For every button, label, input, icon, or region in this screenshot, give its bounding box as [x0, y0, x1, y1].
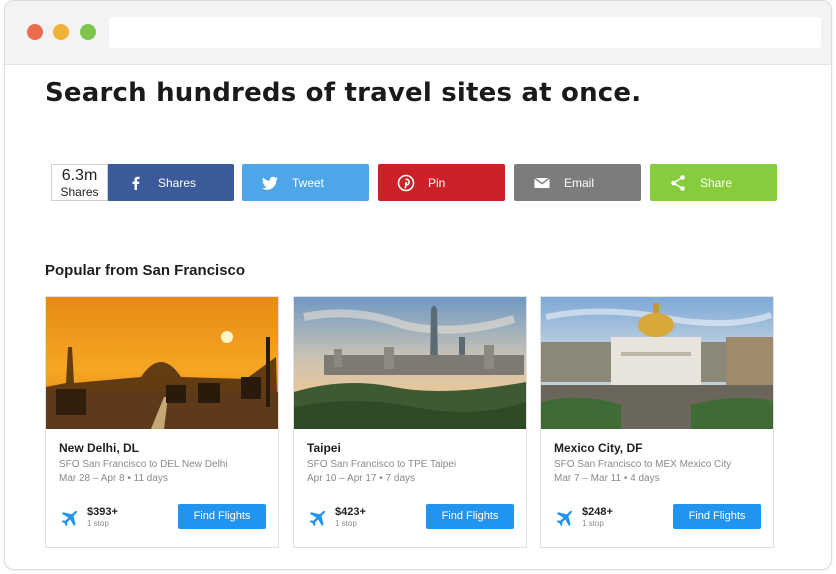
- pin-label: Pin: [428, 176, 446, 190]
- card-route: SFO San Francisco to TPE Taipei: [307, 459, 457, 470]
- airplane-icon: [61, 510, 77, 527]
- card-dates: Apr 10 – Apr 17 • 7 days: [307, 473, 416, 484]
- share-count-number: 6.3m: [61, 167, 98, 184]
- section-title: Popular from San Francisco: [45, 262, 246, 279]
- destination-card-new-delhi[interactable]: New Delhi, DL SFO San Francisco to DEL N…: [45, 296, 279, 548]
- page-headline: Search hundreds of travel sites at once.: [45, 78, 642, 108]
- mexico-city-palace-photo: [541, 297, 773, 429]
- destination-card-mexico-city[interactable]: Mexico City, DF SFO San Francisco to MEX…: [540, 296, 774, 548]
- card-stops: 1 stop: [335, 519, 357, 528]
- find-flights-button[interactable]: Find Flights: [426, 504, 514, 529]
- find-flights-button[interactable]: Find Flights: [673, 504, 761, 529]
- email-label: Email: [564, 176, 595, 190]
- share-count-label: Shares: [60, 185, 99, 199]
- close-window-button[interactable]: [27, 24, 43, 40]
- facebook-share-label: Shares: [158, 176, 197, 190]
- card-city: Mexico City, DF: [554, 441, 643, 455]
- card-stops: 1 stop: [87, 519, 109, 528]
- airplane-icon: [556, 510, 572, 527]
- tweet-button[interactable]: Tweet: [242, 164, 369, 201]
- address-bar[interactable]: [109, 17, 821, 48]
- find-flights-button[interactable]: Find Flights: [178, 504, 266, 529]
- new-delhi-sunset-photo: [46, 297, 278, 429]
- taipei-skyline-photo: [294, 297, 526, 429]
- share-icon: [671, 175, 685, 191]
- card-stops: 1 stop: [582, 519, 604, 528]
- generic-share-button[interactable]: Share: [650, 164, 777, 201]
- card-route: SFO San Francisco to MEX Mexico City: [554, 459, 732, 470]
- card-dates: Mar 7 – Mar 11 • 4 days: [554, 473, 660, 484]
- browser-titlebar: [5, 1, 831, 65]
- pinterest-icon: [397, 174, 415, 192]
- card-city: New Delhi, DL: [59, 441, 140, 455]
- card-price: $248+: [582, 506, 613, 518]
- minimize-window-button[interactable]: [53, 24, 69, 40]
- maximize-window-button[interactable]: [80, 24, 96, 40]
- facebook-icon: [132, 176, 140, 190]
- card-price: $423+: [335, 506, 366, 518]
- email-share-button[interactable]: Email: [514, 164, 641, 201]
- share-count-box: 6.3m Shares: [51, 164, 108, 201]
- card-route: SFO San Francisco to DEL New Delhi: [59, 459, 228, 470]
- card-city: Taipei: [307, 441, 341, 455]
- pinterest-button[interactable]: Pin: [378, 164, 505, 201]
- airplane-icon: [309, 510, 325, 527]
- tweet-label: Tweet: [292, 176, 325, 190]
- card-price: $393+: [87, 506, 118, 518]
- email-icon: [534, 177, 550, 188]
- destination-card-taipei[interactable]: Taipei SFO San Francisco to TPE Taipei A…: [293, 296, 527, 548]
- card-dates: Mar 28 – Apr 8 • 11 days: [59, 473, 168, 484]
- facebook-share-button[interactable]: Shares: [108, 164, 234, 201]
- twitter-icon: [262, 176, 278, 190]
- share-label: Share: [700, 176, 733, 190]
